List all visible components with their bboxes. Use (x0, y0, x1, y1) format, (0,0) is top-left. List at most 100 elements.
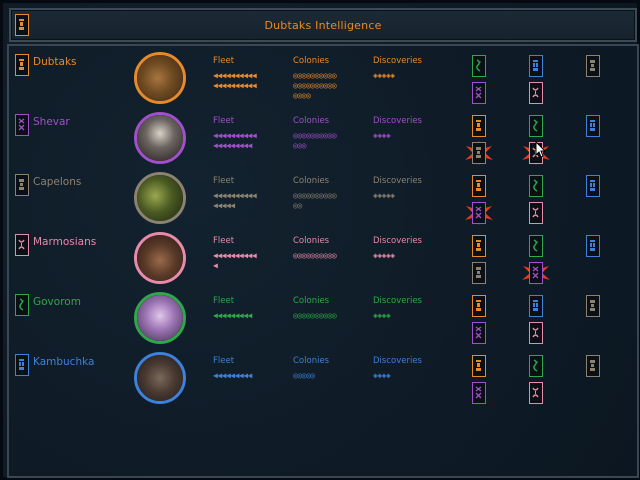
fleet-label: Fleet (213, 176, 235, 186)
race-row-capelons: Capelons Fleet Colonies Discoveries ◀◀◀◀◀◀◀◀… (9, 169, 640, 229)
dubtaks-emblem-icon (476, 300, 481, 311)
relation-tile-govorom[interactable] (529, 235, 543, 257)
govorom-emblem-icon (476, 59, 481, 72)
discoveries-label: Discoveries (373, 296, 422, 306)
relation-tile-govorom[interactable] (472, 55, 486, 77)
fleet-strength: ◀◀◀◀◀◀◀◀◀◀ ◀◀◀◀◀◀◀◀◀ (213, 131, 257, 150)
relation-tile-dubtaks[interactable] (472, 115, 486, 137)
dubtaks-emblem-icon (476, 240, 481, 251)
race-name[interactable]: Marmosians (33, 236, 96, 248)
relation-tile-shevar[interactable] (472, 82, 486, 104)
fleet-label: Fleet (213, 356, 235, 366)
relation-tile-marmosians[interactable] (529, 82, 543, 104)
mouse-cursor-icon (535, 141, 547, 158)
discoveries-label: Discoveries (373, 56, 422, 66)
govorom-emblem-icon (19, 298, 24, 311)
relation-tile-govorom[interactable] (529, 355, 543, 377)
marmosians-emblem-icon (532, 327, 539, 338)
discovery-count: ◈◈◈◈ (373, 311, 391, 320)
race-emblem-shevar[interactable] (15, 114, 29, 136)
colonies-label: Colonies (293, 356, 330, 366)
relation-tile-govorom[interactable] (529, 175, 543, 197)
fleet-label: Fleet (213, 296, 235, 306)
dubtaks-emblem-icon (19, 59, 24, 70)
race-name[interactable]: Govorom (33, 296, 81, 308)
fleet-label: Fleet (213, 116, 235, 126)
relation-tile-dubtaks[interactable] (472, 235, 486, 257)
fleet-strength: ◀◀◀◀◀◀◀◀◀ (213, 311, 252, 320)
race-portrait[interactable] (134, 352, 186, 404)
race-row-marmosians: Marmosians Fleet Colonies Discoveries ◀◀◀◀◀◀… (9, 229, 640, 289)
relation-tile-marmosians[interactable] (529, 202, 543, 224)
relation-tile-govorom[interactable] (529, 115, 543, 137)
relation-tile-capelons[interactable] (586, 355, 600, 377)
race-name[interactable]: Kambuchka (33, 356, 94, 368)
govorom-emblem-icon (533, 239, 538, 252)
race-portrait[interactable] (134, 52, 186, 104)
discovery-count: ◈◈◈◈◈ (373, 71, 395, 80)
kambuchka-emblem-icon (533, 60, 538, 71)
shevar-emblem-icon (532, 266, 539, 279)
race-emblem-marmosians[interactable] (15, 234, 29, 256)
race-emblem-capelons[interactable] (15, 174, 29, 196)
dubtaks-emblem-icon (476, 360, 481, 371)
discovery-count: ◈◈◈◈◈ (373, 191, 395, 200)
race-portrait[interactable] (134, 172, 186, 224)
race-list: Dubtaks Fleet Colonies Discoveries ◀◀◀◀◀◀◀◀◀… (7, 44, 639, 478)
relation-tile-kambuchka[interactable] (586, 175, 600, 197)
intelligence-screen: Dubtaks Intelligence Dubtaks Fleet Colonie… (0, 0, 640, 480)
race-name[interactable]: Dubtaks (33, 56, 77, 68)
fleet-strength: ◀◀◀◀◀◀◀◀◀◀ ◀ (213, 251, 257, 270)
race-row-dubtaks: Dubtaks Fleet Colonies Discoveries ◀◀◀◀◀◀◀◀◀… (9, 49, 640, 109)
colonies-label: Colonies (293, 236, 330, 246)
relation-tile-kambuchka[interactable] (529, 55, 543, 77)
colony-count: ◎◎◎◎◎ (293, 371, 315, 380)
capelons-emblem-icon (476, 267, 481, 278)
shevar-emblem-icon (475, 206, 482, 219)
race-name[interactable]: Capelons (33, 176, 81, 188)
race-name[interactable]: Shevar (33, 116, 70, 128)
colonies-label: Colonies (293, 56, 330, 66)
relation-tile-marmosians[interactable] (529, 322, 543, 344)
govorom-emblem-icon (533, 119, 538, 132)
race-portrait[interactable] (134, 292, 186, 344)
race-row-kambuchka: Kambuchka Fleet Colonies Discoveries ◀◀◀◀◀◀◀… (9, 349, 640, 409)
race-row-govorom: Govorom Fleet Colonies Discoveries ◀◀◀◀◀◀◀◀◀… (9, 289, 640, 349)
shevar-emblem-icon (475, 386, 482, 399)
relation-tile-shevar[interactable] (529, 262, 543, 284)
relation-tile-dubtaks[interactable] (472, 175, 486, 197)
relation-tile-capelons[interactable] (472, 142, 486, 164)
capelons-emblem-icon (590, 60, 595, 71)
relation-tile-shevar[interactable] (472, 382, 486, 404)
relation-tile-capelons[interactable] (586, 55, 600, 77)
relation-tile-dubtaks[interactable] (472, 295, 486, 317)
dubtaks-emblem-icon (476, 120, 481, 131)
discoveries-label: Discoveries (373, 356, 422, 366)
discovery-count: ◈◈◈◈ (373, 131, 391, 140)
relation-tile-kambuchka[interactable] (586, 115, 600, 137)
relation-tile-shevar[interactable] (472, 322, 486, 344)
relation-tile-capelons[interactable] (586, 295, 600, 317)
kambuchka-emblem-icon (590, 180, 595, 191)
fleet-strength: ◀◀◀◀◀◀◀◀◀◀ ◀◀◀◀◀◀◀◀◀◀ (213, 71, 257, 90)
race-row-shevar: Shevar Fleet Colonies Discoveries ◀◀◀◀◀◀◀◀◀◀… (9, 109, 640, 169)
marmosians-emblem-icon (532, 387, 539, 398)
race-emblem-dubtaks[interactable] (15, 54, 29, 76)
race-emblem-govorom[interactable] (15, 294, 29, 316)
discoveries-label: Discoveries (373, 236, 422, 246)
race-emblem-kambuchka[interactable] (15, 354, 29, 376)
discoveries-label: Discoveries (373, 176, 422, 186)
relation-tile-dubtaks[interactable] (472, 355, 486, 377)
race-portrait[interactable] (134, 232, 186, 284)
relation-tile-capelons[interactable] (472, 262, 486, 284)
race-portrait[interactable] (134, 112, 186, 164)
relation-tile-shevar[interactable] (472, 202, 486, 224)
relation-tile-marmosians[interactable] (529, 382, 543, 404)
colony-count: ◎◎◎◎◎◎◎◎◎◎ (293, 251, 337, 260)
govorom-emblem-icon (533, 359, 538, 372)
kambuchka-emblem-icon (590, 120, 595, 131)
window-title: Dubtaks Intelligence (264, 19, 382, 32)
relation-tile-kambuchka[interactable] (529, 295, 543, 317)
fleet-strength: ◀◀◀◀◀◀◀◀◀ (213, 371, 252, 380)
relation-tile-kambuchka[interactable] (586, 235, 600, 257)
